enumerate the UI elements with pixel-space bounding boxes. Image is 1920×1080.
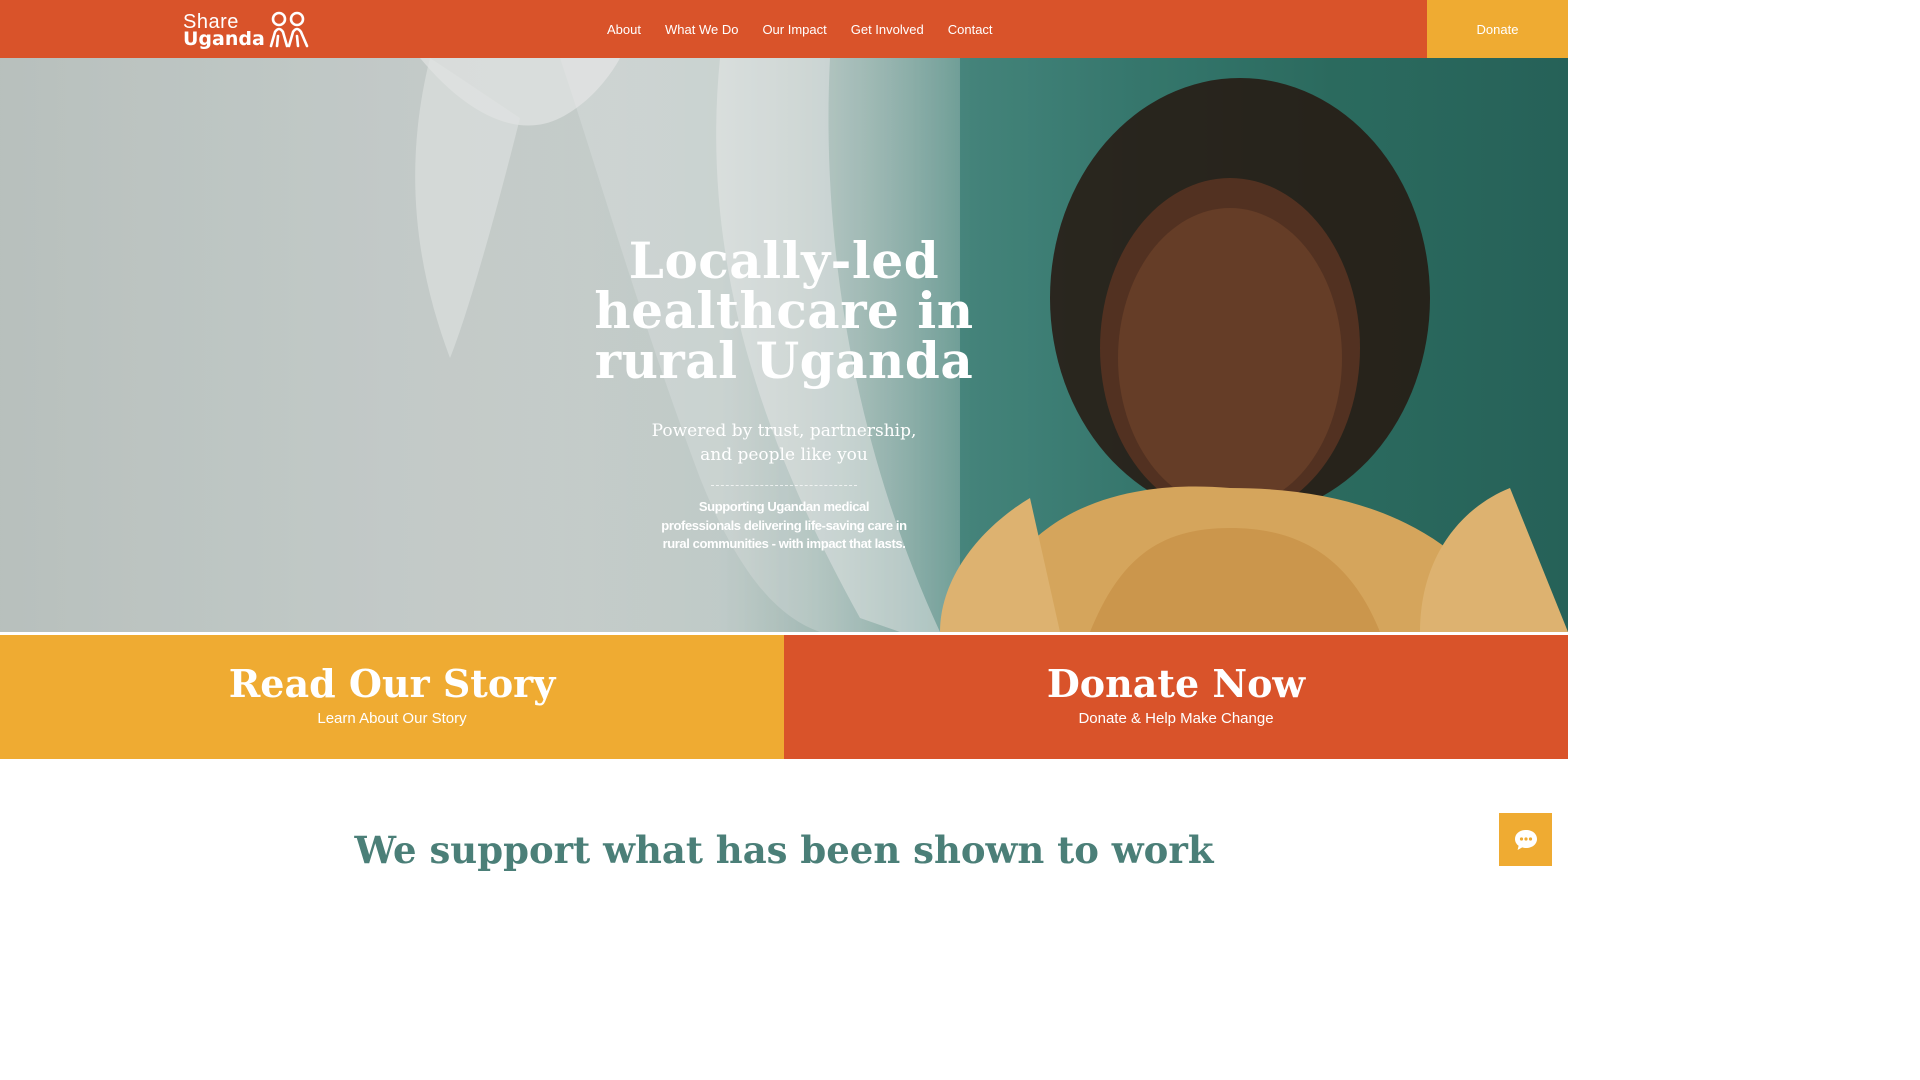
nav-item-contact[interactable]: Contact xyxy=(936,22,1005,37)
site-header: Share Uganda About What We Do Our Impact… xyxy=(0,0,1568,58)
hero-banner: Locally-led healthcare in rural Uganda P… xyxy=(0,58,1568,632)
donate-header-button[interactable]: Donate xyxy=(1427,0,1568,58)
chat-button[interactable] xyxy=(1499,813,1552,866)
hero-description: Supporting Ugandan medical professionals… xyxy=(661,499,907,551)
hero-title-line-3: rural Uganda xyxy=(594,331,974,390)
people-figures-icon xyxy=(269,11,309,48)
nav-item-get-involved[interactable]: Get Involved xyxy=(839,22,936,37)
nav-item-what-we-do[interactable]: What We Do xyxy=(653,22,750,37)
donate-now-button[interactable]: Donate Now Donate & Help Make Change xyxy=(784,635,1568,759)
hero-subtitle-line-2: and people like you xyxy=(700,445,868,465)
chat-bubble-icon xyxy=(1514,829,1537,850)
hero-subtitle: Powered by trust, partnership, and peopl… xyxy=(600,419,968,467)
hero-title: Locally-led healthcare in rural Uganda xyxy=(540,236,1028,386)
section-heading: We support what has been shown to work xyxy=(354,828,1214,872)
donate-now-title: Donate Now xyxy=(1046,661,1306,706)
logo-text: Share Uganda xyxy=(183,12,265,49)
read-our-story-title: Read Our Story xyxy=(228,661,556,706)
nav-item-about[interactable]: About xyxy=(595,22,653,37)
hero-divider xyxy=(711,485,857,486)
read-our-story-button[interactable]: Read Our Story Learn About Our Story xyxy=(0,635,784,759)
site-logo[interactable]: Share Uganda xyxy=(183,10,318,50)
hero-subtitle-line-1: Powered by trust, partnership, xyxy=(651,421,917,441)
donate-now-subtitle: Donate & Help Make Change xyxy=(1078,710,1274,727)
main-nav: About What We Do Our Impact Get Involved… xyxy=(595,0,1005,58)
logo-line-uganda: Uganda xyxy=(183,27,265,50)
read-our-story-subtitle: Learn About Our Story xyxy=(317,710,467,727)
nav-item-our-impact[interactable]: Our Impact xyxy=(750,22,838,37)
